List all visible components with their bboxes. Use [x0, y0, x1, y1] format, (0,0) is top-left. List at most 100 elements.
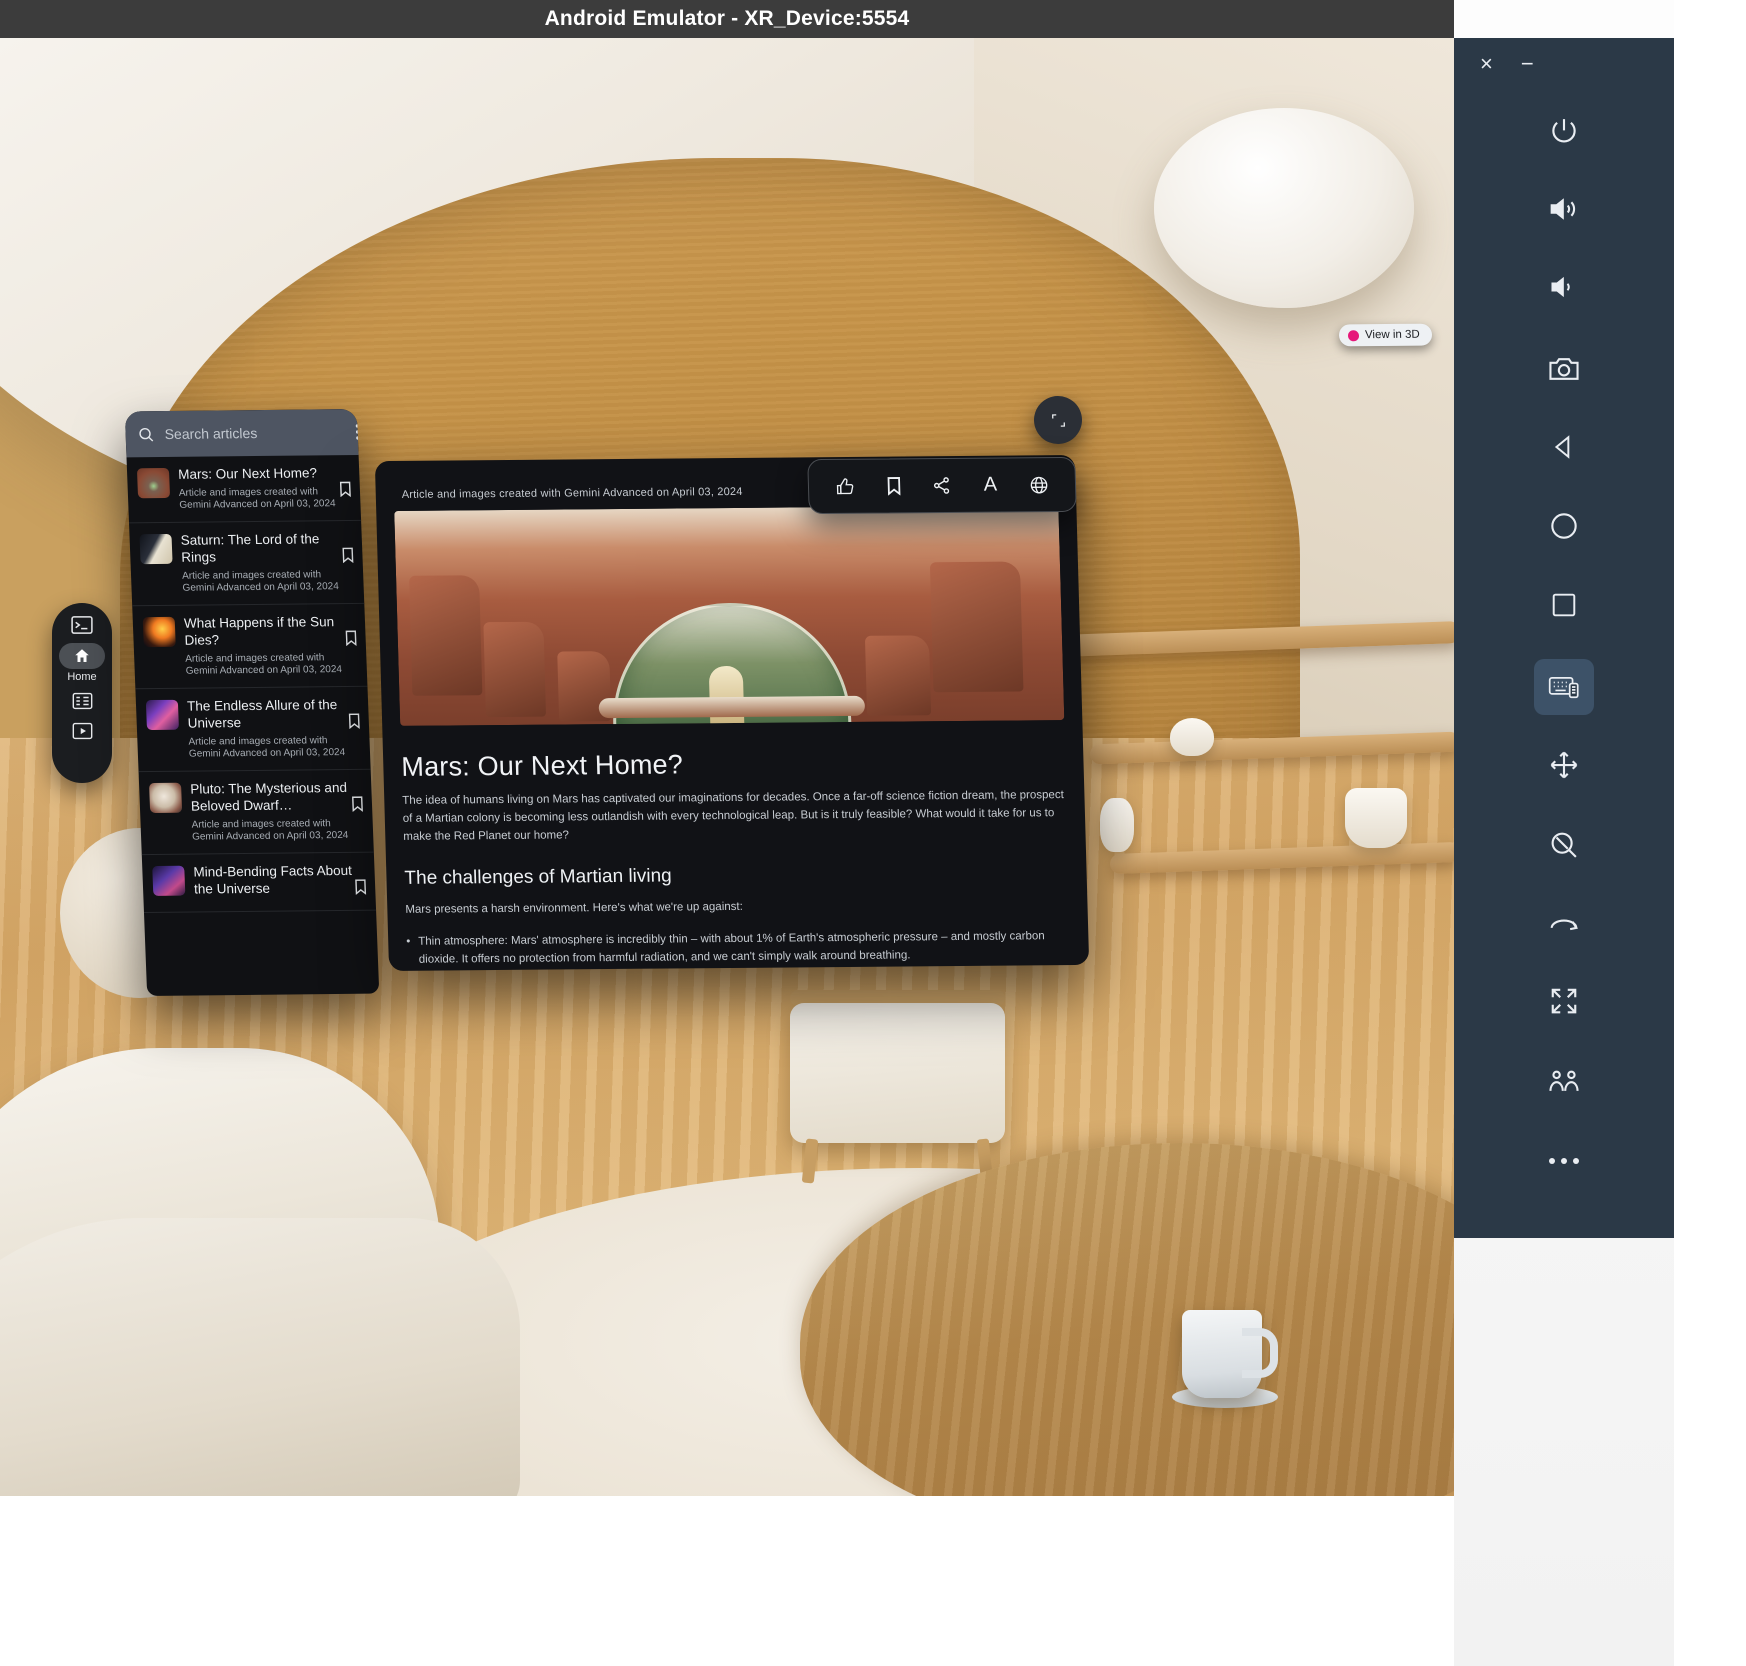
article-hero-image [394, 505, 1064, 726]
search-icon [137, 426, 155, 443]
article-thumbnail [137, 468, 170, 498]
list-item[interactable]: Saturn: The Lord of the Rings Article an… [129, 520, 364, 605]
emulator-overview-button[interactable] [1454, 566, 1674, 644]
emulator-recenter-button[interactable] [1454, 962, 1674, 1040]
list-item-title: Mars: Our Next Home? [178, 464, 350, 483]
bookmark-icon[interactable] [351, 796, 365, 812]
camera-icon [1548, 355, 1580, 383]
share-button[interactable] [924, 468, 959, 502]
bookmark-icon [885, 476, 902, 495]
list-item-body: Mind-Bending Facts About the Universe [193, 862, 366, 903]
translate-button[interactable] [1021, 468, 1056, 502]
hero-rock [484, 621, 547, 716]
expand-panel-button[interactable] [1033, 395, 1082, 444]
zoom-icon [1549, 830, 1579, 860]
article-list: Mars: Our Next Home? Article and images … [126, 455, 376, 919]
home-circle-icon [1550, 512, 1578, 540]
keyboard-icon [1534, 659, 1594, 715]
list-item-subtitle: Article and images created with Gemini A… [191, 818, 363, 845]
emulator-volume-down-button[interactable] [1454, 248, 1674, 326]
list-item-title: The Endless Allure of the Universe [187, 696, 359, 733]
power-icon [1549, 116, 1579, 146]
article-list-panel: Mars: Our Next Home? Article and images … [125, 409, 380, 996]
list-item-subtitle: Article and images created with Gemini A… [179, 486, 351, 513]
article-toolbar: A [807, 457, 1077, 514]
more-vert-icon[interactable] [355, 424, 360, 440]
emulator-screenshot-button[interactable] [1454, 330, 1674, 408]
emulator-pan-button[interactable] [1454, 726, 1674, 804]
emulator-window-controls: × − [1454, 38, 1674, 90]
bookmark-icon[interactable] [354, 879, 368, 895]
list-item[interactable]: Pluto: The Mysterious and Beloved Dwarf…… [139, 770, 374, 855]
search-input[interactable] [164, 424, 346, 442]
view-in-3d-label: View in 3D [1365, 329, 1420, 341]
list-item[interactable]: What Happens if the Sun Dies? Article an… [132, 603, 367, 688]
device-viewport: Home [0, 38, 1454, 1496]
list-item-body: Saturn: The Lord of the Rings Article an… [180, 530, 354, 596]
list-item[interactable]: The Endless Allure of the Universe Artic… [135, 687, 370, 772]
list-item-body: Mars: Our Next Home? Article and images … [178, 464, 351, 512]
hero-rock [930, 561, 1024, 692]
bookmark-button[interactable] [876, 469, 911, 503]
collapse-arrows-icon [1549, 986, 1579, 1016]
bookmark-icon[interactable] [339, 481, 353, 497]
article-bullet-item: • Thin atmosphere: Mars' atmosphere is i… [406, 928, 1071, 969]
expand-icon [1049, 411, 1066, 428]
bookmark-icon[interactable] [341, 547, 355, 563]
like-button[interactable] [828, 469, 863, 503]
article-thumbnail [149, 783, 182, 813]
emulator-keyboard-button[interactable] [1454, 648, 1674, 726]
list-item-title: Pluto: The Mysterious and Beloved Dwarf… [190, 779, 362, 816]
overview-square-icon [1551, 592, 1577, 618]
window-title: Android Emulator - XR_Device:5554 [545, 7, 910, 31]
list-item-body: Pluto: The Mysterious and Beloved Dwarf…… [190, 779, 364, 845]
list-item-subtitle: Article and images created with Gemini A… [188, 735, 360, 762]
view-in-3d-button[interactable]: View in 3D [1339, 324, 1432, 347]
list-item-title: Saturn: The Lord of the Rings [180, 530, 352, 567]
emulator-more-button[interactable] [1454, 1122, 1674, 1200]
list-item-subtitle [195, 901, 366, 903]
text-size-button[interactable]: A [973, 468, 1008, 502]
thumb-up-icon [835, 477, 855, 496]
font-size-icon: A [983, 474, 997, 497]
article-paragraph: The idea of humans living on Mars has ca… [402, 787, 1068, 846]
hero-dome-base [599, 696, 866, 718]
emulator-zoom-button[interactable] [1454, 806, 1674, 884]
people-icon [1548, 1068, 1580, 1094]
window-titlebar: Android Emulator - XR_Device:5554 [0, 0, 1454, 38]
article-reader-panel: Article and images created with Gemini A… [375, 455, 1089, 971]
article-thumbnail [143, 616, 176, 646]
emulator-passthrough-button[interactable] [1454, 1042, 1674, 1120]
close-icon[interactable]: × [1480, 51, 1493, 77]
emulator-power-button[interactable] [1454, 92, 1674, 170]
page-title: Mars: Our Next Home? [401, 746, 1066, 783]
emulator-rotate-button[interactable] [1454, 884, 1674, 962]
list-item-body: The Endless Allure of the Universe Artic… [187, 696, 361, 762]
list-item-subtitle: Article and images created with Gemini A… [185, 652, 357, 679]
screen-root: Android Emulator - XR_Device:5554 [0, 0, 1746, 1666]
bookmark-icon[interactable] [344, 630, 358, 646]
list-item-subtitle: Article and images created with Gemini A… [182, 569, 354, 596]
article-heading-2: The challenges of Martian living [404, 862, 1069, 890]
list-item-title: Mind-Bending Facts About the Universe [193, 862, 365, 899]
list-item[interactable]: Mind-Bending Facts About the Universe [142, 853, 376, 913]
globe-icon [1028, 475, 1049, 495]
volume-up-icon [1548, 194, 1580, 224]
article-thumbnail [146, 700, 179, 730]
bookmark-icon[interactable] [347, 713, 361, 729]
search-bar[interactable] [125, 409, 359, 457]
xr-panels: Mars: Our Next Home? Article and images … [0, 38, 1454, 1496]
move-arrows-icon [1549, 750, 1579, 780]
view-3d-badge-icon [1348, 330, 1359, 341]
list-item[interactable]: Mars: Our Next Home? Article and images … [126, 455, 361, 523]
emulator-back-button[interactable] [1454, 408, 1674, 486]
bullet-marker: • [406, 934, 411, 970]
list-item-title: What Happens if the Sun Dies? [184, 613, 356, 650]
article-paragraph-2: Mars presents a harsh environment. Here'… [405, 898, 1069, 916]
volume-down-icon [1549, 272, 1579, 302]
emulator-home-button[interactable] [1454, 487, 1674, 565]
emulator-volume-up-button[interactable] [1454, 170, 1674, 248]
rotate-icon [1548, 910, 1580, 936]
article-thumbnail [152, 866, 185, 896]
minimize-icon[interactable]: − [1521, 51, 1534, 77]
